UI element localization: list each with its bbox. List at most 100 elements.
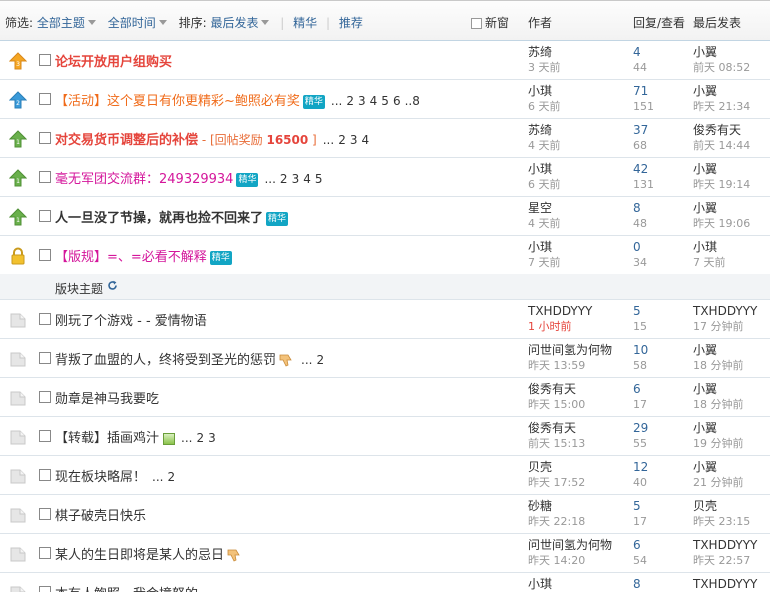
last-poster-link[interactable]: 小翼 xyxy=(693,45,750,60)
sticky-thread-row[interactable]: 1 毫无军团交流群：249329934 精华... 2 3 4 5 小琪 6 天前 42 131 小翼… xyxy=(0,158,770,197)
last-post-time[interactable]: 昨天 19:14 xyxy=(693,177,750,192)
reply-count-link[interactable]: 5 xyxy=(633,499,647,514)
thread-checkbox[interactable] xyxy=(39,210,51,222)
last-post-time[interactable]: 昨天 21:34 xyxy=(693,99,750,114)
reply-count-link[interactable]: 6 xyxy=(633,538,647,553)
last-poster-link[interactable]: TXHDDYYY xyxy=(693,538,757,553)
last-post-time[interactable]: 前天 08:52 xyxy=(693,60,750,75)
sort-dropdown[interactable]: 最后发表 xyxy=(210,16,258,30)
refresh-icon[interactable] xyxy=(107,280,118,291)
thread-title-link[interactable]: 现在板块略屌！ xyxy=(55,470,146,485)
author-name-link[interactable]: 小琪 xyxy=(528,577,552,592)
page-link[interactable]: 5 xyxy=(315,172,323,186)
page-link[interactable]: 4 xyxy=(303,172,311,186)
author-name-link[interactable]: 苏绮 xyxy=(528,123,561,138)
last-post-time[interactable]: 前天 14:44 xyxy=(693,138,750,153)
thread-row[interactable]: 背叛了血盟的人，终将受到圣光的惩罚... 2 问世间氢为何物 昨天 13:59 10 58… xyxy=(0,339,770,378)
last-post-time[interactable]: 昨天 23:15 xyxy=(693,514,750,529)
reply-count-link[interactable]: 0 xyxy=(633,240,647,255)
thread-title-link[interactable]: 人一旦没了节操，就再也捡不回来了 xyxy=(55,211,263,226)
thread-checkbox[interactable] xyxy=(39,391,51,403)
thread-checkbox[interactable] xyxy=(39,171,51,183)
thread-title-link[interactable]: 对交易货币调整后的补偿 xyxy=(55,133,198,148)
recommend-filter-link[interactable]: 推荐 xyxy=(339,16,363,30)
author-name-link[interactable]: 砂糖 xyxy=(528,499,585,514)
last-post-time[interactable]: 18 分钟前 xyxy=(693,358,744,373)
sticky-thread-row[interactable]: 2 【活动】这个夏日有你更精彩~鲍照必有奖 精华... 2 3 4 5 6 ..8 小琪 6 天前 7… xyxy=(0,80,770,119)
new-window-toggle[interactable]: 新窗 xyxy=(471,14,509,31)
page-link[interactable]: 6 xyxy=(393,94,401,108)
sticky-thread-row[interactable]: 【版规】=、=必看不解释 精华 小琪 7 天前 0 34 小琪 7 天前 xyxy=(0,236,770,275)
thread-checkbox[interactable] xyxy=(39,469,51,481)
thread-checkbox[interactable] xyxy=(39,249,51,261)
author-name-link[interactable]: 小琪 xyxy=(528,240,561,255)
last-poster-link[interactable]: 小翼 xyxy=(693,382,744,397)
thread-title-link[interactable]: 某人的生日即将是某人的忌日 xyxy=(55,548,224,563)
thread-row[interactable]: 本有人鲍照，我会撞怒的 小琪 8 TXHDDYYY xyxy=(0,573,770,592)
thread-row[interactable]: 【转载】插画鸡汁... 2 3 俊秀有天 前天 15:13 29 55 小翼 19 分钟前 xyxy=(0,417,770,456)
thread-checkbox[interactable] xyxy=(39,430,51,442)
last-poster-link[interactable]: 贝壳 xyxy=(693,499,750,514)
thread-row[interactable]: 现在板块略屌！... 2 贝壳 昨天 17:52 12 40 小翼 21 分钟前 xyxy=(0,456,770,495)
all-topics-dropdown[interactable]: 全部主题 xyxy=(37,16,85,30)
last-poster-link[interactable]: TXHDDYYY xyxy=(693,304,757,319)
thread-title-link[interactable]: 勋章是神马我要吃 xyxy=(55,392,159,407)
thread-title-link[interactable]: 本有人鲍照，我会撞怒的 xyxy=(55,587,198,592)
page-link[interactable]: 2 xyxy=(196,431,204,445)
new-window-checkbox[interactable] xyxy=(471,18,482,29)
last-poster-link[interactable]: 小翼 xyxy=(693,84,750,99)
reply-count-link[interactable]: 4 xyxy=(633,45,647,60)
reply-count-link[interactable]: 6 xyxy=(633,382,647,397)
thread-checkbox[interactable] xyxy=(39,547,51,559)
last-poster-link[interactable]: 小翼 xyxy=(693,162,750,177)
thread-checkbox[interactable] xyxy=(39,313,51,325)
reply-count-link[interactable]: 10 xyxy=(633,343,648,358)
author-name-link[interactable]: 小琪 xyxy=(528,84,561,99)
thread-row[interactable]: 勋章是神马我要吃 俊秀有天 昨天 15:00 6 17 小翼 18 分钟前 xyxy=(0,378,770,417)
thread-title-link[interactable]: 论坛开放用户组购买 xyxy=(55,55,172,70)
last-poster-link[interactable]: 小翼 xyxy=(693,201,750,216)
page-link[interactable]: 3 xyxy=(292,172,300,186)
page-link[interactable]: 2 xyxy=(338,133,346,147)
reply-count-link[interactable]: 29 xyxy=(633,421,648,436)
thread-title-link[interactable]: 刚玩了个游戏 - - 爱情物语 xyxy=(55,314,207,329)
page-link[interactable]: ..8 xyxy=(405,94,420,108)
last-poster-link[interactable]: 小翼 xyxy=(693,460,744,475)
thread-checkbox[interactable] xyxy=(39,54,51,66)
reply-count-link[interactable]: 71 xyxy=(633,84,654,99)
last-post-time[interactable]: 19 分钟前 xyxy=(693,436,744,451)
last-post-time[interactable]: 昨天 19:06 xyxy=(693,216,750,231)
page-link[interactable]: 3 xyxy=(208,431,216,445)
chevron-down-icon[interactable] xyxy=(261,20,270,25)
last-poster-link[interactable]: TXHDDYYY xyxy=(693,577,757,592)
thread-title-link[interactable]: 【版规】=、=必看不解释 xyxy=(55,250,207,265)
last-post-time[interactable]: 21 分钟前 xyxy=(693,475,744,490)
author-name-link[interactable]: 小琪 xyxy=(528,162,561,177)
reply-count-link[interactable]: 37 xyxy=(633,123,648,138)
page-link[interactable]: 4 xyxy=(370,94,378,108)
page-link[interactable]: 2 xyxy=(346,94,354,108)
thread-title-link[interactable]: 毫无军团交流群：249329934 xyxy=(55,172,233,187)
thread-row[interactable]: 刚玩了个游戏 - - 爱情物语 TXHDDYYY 1 小时前 5 15 TXHDDYYY 1… xyxy=(0,300,770,339)
last-poster-link[interactable]: 小翼 xyxy=(693,343,744,358)
thread-row[interactable]: 某人的生日即将是某人的忌日 问世间氢为何物 昨天 14:20 6 54 TXHDDYYY 昨… xyxy=(0,534,770,573)
page-link[interactable]: 2 xyxy=(167,470,175,484)
thread-checkbox[interactable] xyxy=(39,508,51,520)
thread-title-link[interactable]: 棋子破壳日快乐 xyxy=(55,509,146,524)
page-link[interactable]: 3 xyxy=(350,133,358,147)
sticky-thread-row[interactable]: 3 论坛开放用户组购买 苏绮 3 天前 4 44 小翼 前天 08:52 xyxy=(0,41,770,80)
thread-row[interactable]: 棋子破壳日快乐 砂糖 昨天 22:18 5 17 贝壳 昨天 23:15 xyxy=(0,495,770,534)
thread-checkbox[interactable] xyxy=(39,352,51,364)
page-link[interactable]: 4 xyxy=(361,133,369,147)
thread-checkbox[interactable] xyxy=(39,93,51,105)
thread-title-link[interactable]: 【活动】这个夏日有你更精彩~鲍照必有奖 xyxy=(55,94,300,109)
digest-filter-link[interactable]: 精华 xyxy=(293,16,317,30)
page-link[interactable]: 5 xyxy=(381,94,389,108)
last-post-time[interactable]: 7 天前 xyxy=(693,255,726,270)
author-name-link[interactable]: 问世间氢为何物 xyxy=(528,538,612,553)
last-post-time[interactable]: 昨天 22:57 xyxy=(693,553,757,568)
page-link[interactable]: 3 xyxy=(358,94,366,108)
author-name-link[interactable]: 星空 xyxy=(528,201,561,216)
reply-count-link[interactable]: 8 xyxy=(633,201,647,216)
thread-title-link[interactable]: 背叛了血盟的人，终将受到圣光的惩罚 xyxy=(55,353,276,368)
